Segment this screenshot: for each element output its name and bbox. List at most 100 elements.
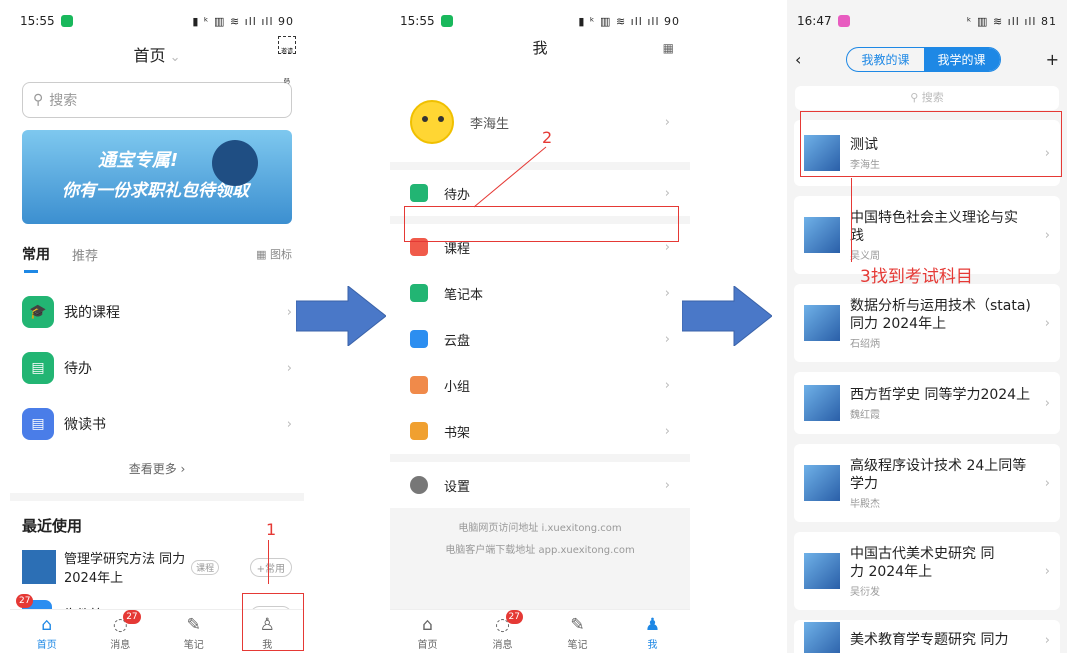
menu-item-settings[interactable]: 设置 › (390, 462, 690, 508)
course-item[interactable]: 数据分析与运用技术（stata) 同力 2024年上 石绍炳 › (794, 284, 1060, 362)
menu-item[interactable]: 笔记本 › (390, 270, 690, 316)
tab-common[interactable]: 常用 (22, 244, 50, 273)
course-cover-icon (804, 465, 840, 501)
course-text: 中国古代美术史研究 同力 2024年上 吴衍发 (850, 545, 1039, 598)
course-segment: 我教的课 我学的课 (846, 46, 1001, 72)
menu-label: 书架 (444, 425, 471, 441)
course-title-line2: 践 (850, 227, 864, 244)
status-time: 15:55 (400, 14, 435, 28)
annotation-line-2 (473, 146, 547, 208)
nav-icon: ⌂ (422, 615, 433, 635)
course-title: 美术教育学专题研究 同力 (850, 632, 1009, 648)
header: ‹ 我教的课 我学的课 + (787, 42, 1067, 76)
status-time: 16:47 (797, 14, 832, 28)
nav-label: 笔记 (567, 640, 588, 651)
annotation-step-1: 1 (266, 520, 277, 539)
course-author: 石绍炳 (850, 338, 880, 350)
invite-code-icon[interactable]: 邀请码 (278, 36, 296, 85)
course-cover-icon (804, 217, 840, 253)
bottom-nav: ⌂ 首页 ◌ 消息 27 ✎ 笔记 ♟ 我 (390, 609, 690, 653)
nav-label: 笔记 (183, 640, 204, 651)
course-cover-icon (804, 385, 840, 421)
course-author: 毕殿杰 (850, 498, 880, 510)
recent-course-item[interactable]: 管理学研究方法 同力 2024年上 课程 +常用 (22, 548, 292, 586)
icon-view-toggle[interactable]: ▦ 图标 (256, 246, 292, 262)
add-icon[interactable]: + (1046, 50, 1059, 69)
course-title: 中国特色社会主义理论与实 (850, 209, 1018, 226)
menu-list: 课程 › 笔记本 › 云盘 › 小组 › 书架 › (390, 224, 690, 454)
apps-tabs: 常用 推荐 ▦ 图标 (22, 244, 292, 273)
phone-home-screen: 15:55 ▮ ᵏ ▥ ≋ ıll ıll 90 首页 ⌄ 邀请码 ⚲ 搜索 通宝… (10, 0, 304, 653)
menu-item[interactable]: 云盘 › (390, 316, 690, 362)
qr-code-icon[interactable]: ▦ (663, 42, 674, 54)
search-icon: ⚲ (33, 92, 44, 108)
status-time: 15:55 (20, 14, 55, 28)
avatar[interactable] (410, 100, 454, 144)
nav-item[interactable]: ♟ 我 (615, 610, 690, 653)
menu-icon (410, 376, 428, 394)
add-common-button[interactable]: +常用 (249, 557, 292, 577)
menu-label: 笔记本 (444, 287, 484, 303)
tab-recommend[interactable]: 推荐 (72, 245, 98, 264)
nav-label: 消息 (492, 640, 513, 651)
course-item[interactable]: 中国古代美术史研究 同力 2024年上 吴衍发 › (794, 532, 1060, 610)
annotation-box-course (404, 206, 679, 242)
app-list: 🎓 我的课程 › ▤ 待办 › ▤ 微读书 › (10, 284, 304, 452)
course-text: 中国特色社会主义理论与实践吴义周 (850, 209, 1039, 262)
menu-item[interactable]: 小组 › (390, 362, 690, 408)
app-icon: ▤ (22, 352, 54, 384)
course-author: 吴义周 (850, 250, 880, 262)
chevron-right-icon: › (1044, 315, 1050, 331)
nav-badge: 27 (123, 610, 141, 624)
status-icons: ▮ ᵏ ▥ ≋ ıll ıll 90 (578, 14, 680, 28)
course-title: 西方哲学史 同等学力2024上 (850, 386, 1031, 403)
divider (10, 493, 304, 501)
chevron-right-icon: › (664, 477, 670, 493)
search-input[interactable]: ⚲ 搜索 (795, 86, 1059, 110)
nav-icon: ◌ (495, 615, 510, 635)
status-icons: ▮ ᵏ ▥ ≋ ıll ıll 90 (192, 14, 294, 28)
annotation-line-3 (851, 178, 852, 262)
chevron-right-icon: › (664, 331, 670, 347)
promo-banner[interactable]: 通宝专属! 你有一份求职礼包待领取 (22, 130, 292, 224)
nav-item[interactable]: ⌂ 首页 (10, 610, 84, 653)
todo-icon (410, 184, 428, 202)
app-item[interactable]: 🎓 我的课程 › (10, 284, 304, 340)
nav-item[interactable]: ◌ 消息 27 (465, 610, 540, 653)
course-text: 高级程序设计技术 24上同等 学力 毕殿杰 (850, 457, 1039, 510)
course-item[interactable]: 美术教育学专题研究 同力 › (794, 620, 1060, 653)
nav-item[interactable]: ✎ 笔记 (157, 610, 231, 653)
nav-label: 消息 (110, 640, 131, 651)
tab-learn-courses[interactable]: 我学的课 (923, 47, 1000, 71)
chevron-right-icon: › (664, 114, 670, 130)
flow-arrow-icon (296, 286, 386, 346)
course-cover-icon (22, 550, 56, 584)
course-item[interactable]: 高级程序设计技术 24上同等 学力 毕殿杰 › (794, 444, 1060, 522)
app-item[interactable]: ▤ 待办 › (10, 340, 304, 396)
annotation-box-me (242, 593, 304, 651)
graduate-illustration-icon (212, 140, 258, 186)
course-item[interactable]: 西方哲学史 同等学力2024上 魏红霞 › (794, 372, 1060, 434)
course-title-line2: 同力 2024年上 (850, 315, 947, 332)
nav-item[interactable]: ✎ 笔记 (540, 610, 615, 653)
back-icon[interactable]: ‹ (795, 50, 801, 69)
chevron-right-icon: › (664, 377, 670, 393)
recent-title: 最近使用 (22, 517, 83, 535)
chevron-right-icon: › (286, 360, 292, 376)
search-input[interactable]: ⚲ 搜索 (22, 82, 292, 118)
chevron-down-icon[interactable]: ⌄ (165, 50, 181, 65)
nav-item[interactable]: ⌂ 首页 (390, 610, 465, 653)
menu-item[interactable]: 书架 › (390, 408, 690, 454)
course-cover-icon (804, 305, 840, 341)
see-more-link[interactable]: 查看更多 › (10, 460, 304, 477)
app-icon: 🎓 (22, 296, 54, 328)
app-item[interactable]: ▤ 微读书 › (10, 396, 304, 452)
tab-teach-courses[interactable]: 我教的课 (847, 48, 923, 71)
app-label: 微读书 (64, 417, 106, 433)
nav-item[interactable]: ◌ 消息 27 (84, 610, 158, 653)
page-title[interactable]: 首页 (133, 46, 165, 65)
app-label: 待办 (64, 361, 92, 377)
status-icons: ᵏ ▥ ≋ ıll ıll 81 (966, 14, 1057, 28)
course-cover-icon (804, 553, 840, 589)
app-icon: ▤ (22, 408, 54, 440)
